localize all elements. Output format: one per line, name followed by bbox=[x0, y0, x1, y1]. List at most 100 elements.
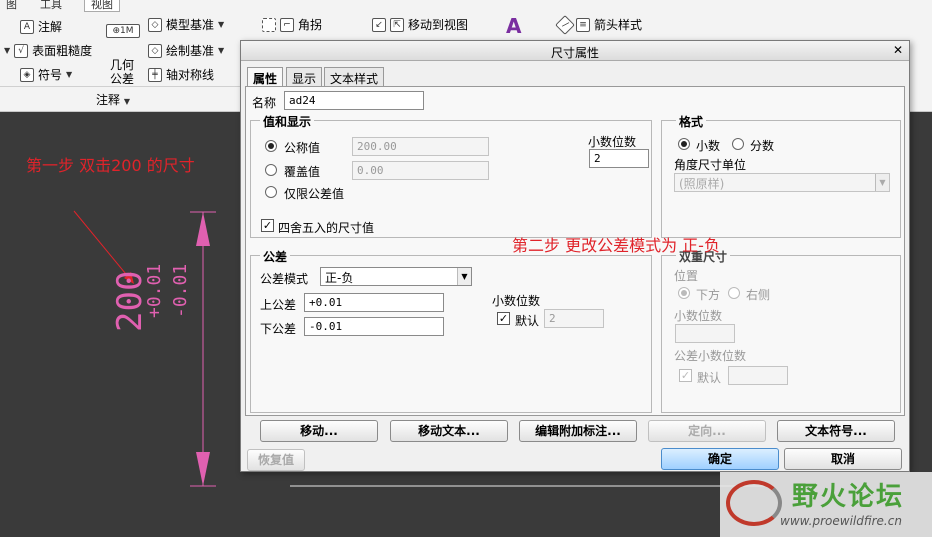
lower-tolerance-label: 下公差 bbox=[260, 322, 297, 336]
gtol-icon: ⊕1M bbox=[106, 24, 140, 38]
tolerance-default-label: 默认 bbox=[515, 314, 540, 328]
nominal-value-field: 200.00 bbox=[352, 137, 489, 156]
tab-display[interactable]: 显示 bbox=[286, 67, 323, 86]
override-value-field: 0.00 bbox=[352, 161, 489, 180]
nominal-value-radio[interactable] bbox=[265, 140, 277, 152]
surface-finish-icon: √ bbox=[14, 43, 29, 58]
sketch-datum-icon: ◇ bbox=[148, 43, 162, 58]
chevron-down-icon: ▼ bbox=[123, 97, 130, 106]
override-value-radio[interactable] bbox=[265, 164, 277, 176]
step1-arrow-line bbox=[73, 210, 131, 280]
dual-right-label: 右侧 bbox=[746, 288, 771, 302]
dim-arrow-bottom bbox=[196, 452, 210, 486]
move-button[interactable]: 移动... bbox=[260, 420, 378, 442]
dual-tol-decimals-label: 公差小数位数 bbox=[674, 349, 747, 363]
round-value-label: 四舍五入的尺寸值 bbox=[278, 221, 375, 235]
watermark-title: 野火论坛 bbox=[792, 482, 905, 512]
text-style-icon[interactable]: A bbox=[506, 14, 521, 38]
name-field[interactable]: ad24 bbox=[284, 91, 424, 110]
symbol-icon: ◈ bbox=[20, 67, 34, 82]
format-title: 格式 bbox=[676, 113, 707, 130]
fraction-label: 分数 bbox=[750, 139, 775, 153]
annotation-icon: A bbox=[20, 19, 34, 34]
wildfire-logo-icon bbox=[726, 480, 782, 526]
angle-unit-label: 角度尺寸单位 bbox=[674, 158, 747, 172]
dual-below-radio bbox=[678, 287, 690, 299]
dialog-title: 尺寸属性 bbox=[550, 46, 599, 60]
restore-values-button: 恢复值 bbox=[247, 449, 305, 471]
gtol-label-2: 公差 bbox=[110, 72, 135, 86]
dual-decimals-field bbox=[675, 324, 735, 343]
arrow-style-button[interactable]: / ≡ 箭头样式 bbox=[555, 14, 642, 35]
dimension-tol-lower: -0.01 bbox=[170, 263, 191, 318]
model-datum-button[interactable]: ◇ 模型基准 ▼ bbox=[148, 16, 224, 33]
nominal-value-label: 公称值 bbox=[284, 141, 321, 155]
chevron-down-icon: ▼ bbox=[457, 268, 471, 285]
move-text-button[interactable]: 移动文本... bbox=[390, 420, 508, 442]
symmetry-line-icon: ╪ bbox=[148, 67, 162, 82]
move-to-view-button[interactable]: ↙ ⇱ 移动到视图 bbox=[372, 16, 468, 33]
step2-annotation: 第二步 更改公差模式为 正-负 bbox=[512, 236, 720, 255]
jog-icon: ⌐ bbox=[280, 17, 294, 32]
surface-finish-button[interactable]: ▼ √ 表面粗糙度 bbox=[4, 42, 92, 59]
decimal-label: 小数 bbox=[696, 139, 721, 153]
dual-below-label: 下方 bbox=[696, 288, 721, 302]
dual-right-radio bbox=[728, 287, 740, 299]
leader-icon: ↙ bbox=[372, 17, 386, 32]
cancel-button[interactable]: 取消 bbox=[784, 448, 902, 470]
dialog-titlebar[interactable]: 尺寸属性 ✕ bbox=[241, 41, 909, 61]
value-decimals-field[interactable]: 2 bbox=[589, 149, 649, 168]
ok-button[interactable]: 确定 bbox=[661, 448, 779, 470]
chevron-down-icon: ▼ bbox=[218, 46, 225, 55]
sketch-datum-button[interactable]: ◇ 绘制基准 ▼ bbox=[148, 42, 224, 59]
select-box-icon bbox=[262, 17, 276, 32]
dual-default-checkbox: ✓ bbox=[679, 369, 692, 382]
dual-decimals-label: 小数位数 bbox=[674, 309, 723, 323]
tolerance-decimals-label: 小数位数 bbox=[492, 294, 541, 308]
watermark: 野火论坛 www.proewildfire.cn bbox=[720, 472, 932, 537]
ribbon-group-separator bbox=[0, 86, 240, 87]
tab-text-style[interactable]: 文本样式 bbox=[324, 67, 385, 86]
move-to-view-icon: ⇱ bbox=[390, 17, 404, 32]
name-label: 名称 bbox=[252, 96, 277, 110]
ribbon-tab-tools[interactable]: 工具 bbox=[34, 0, 68, 12]
dimension-properties-dialog: 尺寸属性 ✕ 属性 显示 文本样式 名称 ad24 值和显示 公称值 200.0… bbox=[240, 40, 910, 472]
override-value-label: 覆盖值 bbox=[284, 165, 321, 179]
chevron-down-icon: ▼ bbox=[66, 70, 73, 79]
symbol-button[interactable]: ◈ 符号 ▼ bbox=[20, 66, 72, 83]
chevron-down-icon: ▼ bbox=[218, 20, 225, 29]
edit-attached-note-button[interactable]: 编辑附加标注... bbox=[519, 420, 637, 442]
ribbon-tab-view[interactable]: 视图 bbox=[84, 0, 120, 12]
geometric-tolerance-button[interactable]: ⊕1M bbox=[106, 24, 140, 38]
tolerance-mode-label: 公差模式 bbox=[260, 272, 309, 286]
close-icon[interactable]: ✕ bbox=[893, 43, 903, 57]
annotation-group-label[interactable]: 注释 ▼ bbox=[96, 91, 130, 108]
annotation-button[interactable]: A 注解 bbox=[20, 18, 62, 35]
datum-plane-icon: ◇ bbox=[148, 17, 162, 32]
tolerance-mode-select[interactable]: 正-负 ▼ bbox=[320, 267, 472, 286]
dual-tol-decimals-field bbox=[728, 366, 788, 385]
jog-button[interactable]: ⌐ 角拐 bbox=[262, 16, 322, 33]
round-value-checkbox[interactable]: ✓ bbox=[261, 219, 274, 232]
value-display-title: 值和显示 bbox=[260, 113, 315, 130]
tolerance-only-label: 仅限公差值 bbox=[284, 187, 345, 201]
tab-properties[interactable]: 属性 bbox=[247, 67, 284, 87]
arrow-style-icon: ≡ bbox=[576, 17, 590, 32]
value-decimals-label: 小数位数 bbox=[588, 135, 637, 149]
angle-unit-select: (照原样) ▼ bbox=[674, 173, 890, 192]
text-symbol-button[interactable]: 文本符号... bbox=[777, 420, 895, 442]
tolerance-decimals-field: 2 bbox=[544, 309, 604, 328]
lower-tolerance-field[interactable]: -0.01 bbox=[304, 317, 444, 336]
decimal-radio[interactable] bbox=[678, 138, 690, 150]
upper-tolerance-field[interactable]: +0.01 bbox=[304, 293, 444, 312]
tolerance-only-radio[interactable] bbox=[265, 186, 277, 198]
ribbon-tab-0[interactable]: 图 bbox=[0, 0, 23, 12]
tolerance-title: 公差 bbox=[260, 248, 291, 265]
symmetry-line-button[interactable]: ╪ 轴对称线 bbox=[148, 66, 214, 83]
dual-default-label: 默认 bbox=[697, 371, 722, 385]
chevron-down-icon: ▼ bbox=[4, 46, 11, 55]
fraction-radio[interactable] bbox=[732, 138, 744, 150]
orient-button: 定向... bbox=[648, 420, 766, 442]
chevron-down-icon: ▼ bbox=[875, 174, 889, 191]
tolerance-default-checkbox[interactable]: ✓ bbox=[497, 312, 510, 325]
